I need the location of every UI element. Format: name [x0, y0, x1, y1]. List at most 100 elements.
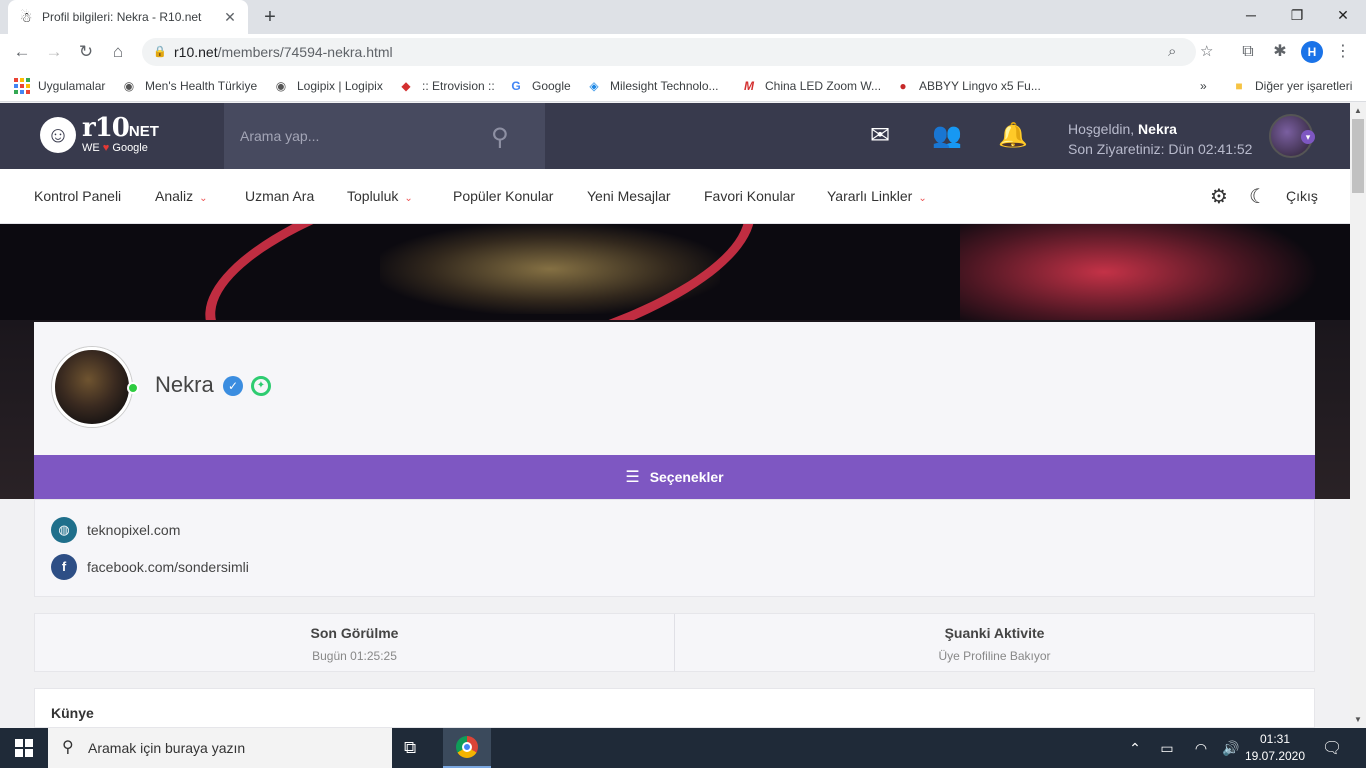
zoom-icon[interactable]: ⌕: [1168, 38, 1176, 66]
bookmark-etrovision[interactable]: ◆ :: Etrovision ::: [398, 70, 495, 102]
close-window-button[interactable]: ✕: [1320, 0, 1366, 30]
extension-cast-icon[interactable]: ⧉: [1238, 42, 1258, 62]
folder-icon: ■: [1235, 79, 1243, 93]
settings-gears-icon[interactable]: ⚙: [1210, 185, 1228, 209]
profile-avatar[interactable]: [52, 347, 132, 427]
back-button[interactable]: ←: [12, 42, 32, 62]
nav-item-populer-konular[interactable]: Popüler Konular: [453, 169, 553, 224]
dark-mode-moon-icon[interactable]: ☾: [1249, 185, 1267, 209]
bookmark-mens-health[interactable]: ◉ Men's Health Türkiye: [121, 70, 257, 102]
website-label: teknopixel.com: [87, 522, 181, 538]
lock-icon: 🔒: [153, 46, 167, 58]
bookmark-label: Milesight Technolo...: [610, 79, 719, 93]
chevron-down-icon: ⌄: [404, 193, 413, 204]
nav-item-kontrol-paneli[interactable]: Kontrol Paneli: [34, 169, 121, 224]
clock-date: 19.07.2020: [1244, 749, 1306, 763]
bookmark-label: Men's Health Türkiye: [145, 79, 258, 93]
menu-kebab-icon[interactable]: ⋮: [1333, 42, 1353, 62]
stat-value: Üye Profiline Bakıyor: [938, 649, 1051, 663]
stat-title: Son Görülme: [310, 625, 399, 641]
site-search-input[interactable]: [240, 125, 480, 147]
logo-text: r10: [82, 113, 130, 143]
bookmarks-bar: Uygulamalar ◉ Men's Health Türkiye ◉ Log…: [0, 70, 1366, 102]
clock-time: 01:31: [1259, 732, 1291, 746]
bookmark-label: ABBYY Lingvo x5 Fu...: [919, 79, 1041, 93]
security-badge-icon: ✦: [251, 376, 271, 396]
bookmark-milesight[interactable]: ◈ Milesight Technolo...: [586, 70, 719, 102]
taskbar-chrome-button[interactable]: [443, 728, 491, 768]
minimize-button[interactable]: ─: [1228, 0, 1274, 30]
address-bar[interactable]: 🔒 r10.net/members/74594-nekra.html ⌕ ☆: [142, 38, 1213, 66]
bookmarks-overflow-chevron-icon[interactable]: »: [1200, 70, 1207, 102]
notifications-icon[interactable]: 🗨: [1322, 738, 1342, 758]
profile-avatar-button[interactable]: H: [1301, 41, 1323, 63]
battery-icon[interactable]: ▭: [1156, 728, 1178, 768]
site-logo[interactable]: ☺ r10NET WE ♥ Google: [40, 115, 159, 154]
bookmark-apps[interactable]: Uygulamalar: [14, 70, 105, 102]
home-button[interactable]: ⌂: [108, 42, 128, 62]
nav-label: Yararlı Linkler: [827, 188, 913, 204]
volume-icon[interactable]: 🔊: [1220, 728, 1242, 768]
nav-item-uzman-ara[interactable]: Uzman Ara: [245, 169, 314, 224]
logout-link[interactable]: Çıkış: [1286, 169, 1318, 224]
nav-item-favori-konular[interactable]: Favori Konular: [704, 169, 795, 224]
extensions-puzzle-icon[interactable]: ✱: [1270, 42, 1290, 62]
etrovision-icon: ◆: [401, 79, 411, 93]
profile-name: Nekra: [155, 372, 214, 397]
chevron-down-icon[interactable]: ▾: [1301, 130, 1315, 144]
restore-button[interactable]: ❐: [1274, 0, 1320, 30]
bookmark-china-led[interactable]: M China LED Zoom W...: [741, 70, 881, 102]
bookmark-star-icon[interactable]: ☆: [1200, 38, 1213, 66]
reload-button[interactable]: ↻: [76, 42, 96, 62]
page-scrollbar[interactable]: ▲ ▼: [1350, 103, 1366, 728]
scrollbar-thumb[interactable]: [1352, 119, 1364, 193]
bookmark-label: :: Etrovision ::: [422, 79, 495, 93]
facebook-label: facebook.com/sondersimli: [87, 559, 249, 575]
tab-title: Profil bilgileri: Nekra - R10.net: [42, 10, 202, 24]
bookmark-label: China LED Zoom W...: [765, 79, 882, 93]
start-button[interactable]: [0, 728, 48, 768]
nav-item-analiz[interactable]: Analiz ⌄: [155, 169, 208, 224]
messages-envelope-icon[interactable]: ✉: [865, 122, 895, 150]
tray-chevron-up-icon[interactable]: ⌃: [1126, 728, 1144, 768]
forward-button[interactable]: →: [44, 42, 64, 62]
search-icon[interactable]: ⚲: [491, 123, 509, 152]
task-view-icon[interactable]: ⧉: [404, 738, 416, 758]
welcome-user[interactable]: Nekra: [1138, 121, 1177, 137]
profile-links: ◍ teknopixel.com f facebook.com/sondersi…: [34, 499, 1315, 597]
stat-value: Bugün 01:25:25: [312, 649, 397, 663]
bookmark-abbyy[interactable]: ● ABBYY Lingvo x5 Fu...: [895, 70, 1041, 102]
nav-item-yararli-linkler[interactable]: Yararlı Linkler ⌄: [827, 169, 927, 224]
google-icon: G: [511, 79, 521, 93]
welcome-prefix: Hoşgeldin,: [1068, 121, 1135, 137]
nav-label: Yeni Mesajlar: [587, 188, 671, 204]
mx-logo-icon: M: [744, 79, 754, 93]
nav-item-yeni-mesajlar[interactable]: Yeni Mesajlar: [587, 169, 671, 224]
scroll-up-icon[interactable]: ▲: [1350, 103, 1366, 119]
new-tab-button[interactable]: +: [260, 7, 280, 27]
bookmark-google[interactable]: G Google: [508, 70, 570, 102]
stat-title: Şuanki Aktivite: [944, 625, 1045, 641]
bookmark-label: Logipix | Logipix: [297, 79, 383, 93]
community-users-icon[interactable]: 👥: [932, 122, 962, 150]
scroll-down-icon[interactable]: ▼: [1350, 712, 1366, 728]
facebook-link[interactable]: f facebook.com/sondersimli: [51, 554, 249, 580]
chevron-down-icon: ⌄: [918, 193, 927, 204]
lingvo-icon: ●: [899, 79, 907, 93]
notifications-bell-icon[interactable]: 🔔: [998, 122, 1028, 150]
close-tab-icon[interactable]: ✕: [222, 9, 238, 26]
nav-item-topluluk[interactable]: Topluluk ⌄: [347, 169, 413, 224]
browser-tab[interactable]: ☃ Profil bilgileri: Nekra - R10.net ✕: [8, 0, 248, 34]
menu-bars-icon: ☰: [625, 469, 640, 486]
options-button[interactable]: ☰ Seçenekler: [34, 455, 1315, 499]
taskbar-clock[interactable]: 01:31 19.07.2020: [1242, 731, 1308, 765]
bookmark-logipix[interactable]: ◉ Logipix | Logipix: [273, 70, 383, 102]
wifi-icon[interactable]: ◠: [1190, 728, 1212, 768]
bookmark-other[interactable]: ■ Diğer yer işaretleri: [1231, 70, 1352, 102]
user-avatar[interactable]: ▾: [1269, 114, 1315, 158]
nav-label: Favori Konular: [704, 188, 796, 204]
website-link[interactable]: ◍ teknopixel.com: [51, 517, 180, 543]
r10-mascot-icon: ☺: [40, 116, 76, 153]
heart-icon: ♥: [102, 142, 110, 154]
taskbar-search[interactable]: ⚲ Aramak için buraya yazın: [48, 728, 392, 768]
